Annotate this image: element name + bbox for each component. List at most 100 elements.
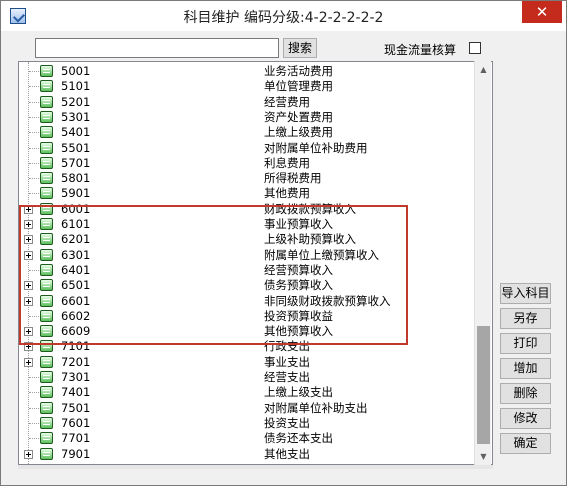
account-node-icon — [40, 447, 53, 460]
account-name: 所得税费用 — [264, 171, 322, 186]
plus-expander-icon[interactable] — [24, 204, 33, 214]
plus-expander-icon[interactable] — [24, 235, 33, 245]
close-button[interactable]: ✕ — [522, 1, 562, 23]
scroll-thumb[interactable] — [477, 326, 490, 444]
confirm-button[interactable]: 确定 — [500, 433, 551, 454]
tree-row[interactable]: 6501 债务预算收入 — [19, 278, 474, 293]
account-code: 7501 — [61, 400, 91, 415]
cash-flow-label: 现金流量核算 — [384, 43, 457, 57]
cash-flow-checkbox[interactable] — [469, 42, 481, 54]
tree-connector — [29, 193, 39, 195]
tree-row[interactable]: 5501 对附属单位补助费用 — [19, 141, 474, 156]
tree-row[interactable]: 5801 所得税费用 — [19, 171, 474, 186]
tree-row[interactable]: 7101 行政支出 — [19, 339, 474, 354]
tree-connector — [29, 162, 39, 164]
plus-expander-icon[interactable] — [24, 449, 33, 459]
account-code: 6401 — [61, 262, 91, 277]
vertical-scrollbar[interactable]: ▲ ▼ — [474, 61, 491, 465]
account-node-icon — [40, 95, 53, 108]
plus-expander-icon[interactable] — [24, 296, 33, 306]
tree-row[interactable]: 7901 其他支出 — [19, 447, 474, 462]
tree-row[interactable]: 6301 附属单位上缴预算收入 — [19, 248, 474, 263]
plus-expander-icon[interactable] — [24, 342, 33, 352]
tree-row[interactable]: 7601 投资支出 — [19, 416, 474, 431]
account-node-icon — [40, 263, 53, 276]
import-account-button[interactable]: 导入科目 — [500, 283, 551, 304]
tree-row[interactable]: 5301 资产处置费用 — [19, 110, 474, 125]
account-name: 对附属单位补助费用 — [264, 140, 368, 155]
account-name: 资产处置费用 — [264, 109, 333, 124]
tree-row[interactable]: 7301 经营支出 — [19, 370, 474, 385]
print-button[interactable]: 打印 — [500, 333, 551, 354]
account-name: 经营费用 — [264, 94, 310, 109]
plus-expander-icon[interactable] — [24, 357, 33, 367]
account-node-icon — [40, 110, 53, 123]
tree-row[interactable]: 6601 非同级财政拨款预算收入 — [19, 294, 474, 309]
account-node-icon — [40, 401, 53, 414]
tree-row[interactable]: 5401 上缴上级费用 — [19, 125, 474, 140]
plus-expander-icon[interactable] — [24, 327, 33, 337]
account-node-icon — [40, 432, 53, 445]
tree-row[interactable]: 6401 经营预算收入 — [19, 263, 474, 278]
tree-row[interactable]: 6201 上级补助预算收入 — [19, 232, 474, 247]
horizontal-scrollbar[interactable] — [18, 465, 493, 469]
account-name: 上级补助预算收入 — [264, 232, 356, 247]
tree-row[interactable]: 7701 债务还本支出 — [19, 431, 474, 446]
tree-connector — [29, 422, 39, 424]
tree-row[interactable]: 6602 投资预算收益 — [19, 309, 474, 324]
delete-button[interactable]: 删除 — [500, 383, 551, 404]
account-tree[interactable]: 5001 业务活动费用 5101 单位管理费用 5201 经营费用 5301 资产处置费用 54… — [18, 61, 493, 465]
account-node-icon — [40, 233, 53, 246]
account-node-icon — [40, 386, 53, 399]
account-name: 其他支出 — [264, 446, 310, 461]
account-code: 6501 — [61, 278, 91, 293]
account-code: 5901 — [61, 186, 91, 201]
account-code: 5001 — [61, 64, 91, 78]
tree-row[interactable]: 7201 事业支出 — [19, 355, 474, 370]
account-node-icon — [40, 279, 53, 292]
tree-row[interactable]: 6001 财政拨款预算收入 — [19, 202, 474, 217]
account-name: 财政拨款预算收入 — [264, 201, 356, 216]
tree-row[interactable]: 7401 上缴上级支出 — [19, 385, 474, 400]
edit-button[interactable]: 修改 — [500, 408, 551, 429]
tree-row[interactable]: 7501 对附属单位补助支出 — [19, 401, 474, 416]
account-name: 附属单位上缴预算收入 — [264, 247, 379, 262]
tree-row[interactable]: 5001 业务活动费用 — [19, 64, 474, 79]
account-node-icon — [40, 65, 53, 77]
account-node-icon — [40, 371, 53, 383]
tree-connector — [29, 178, 39, 180]
save-as-button[interactable]: 另存 — [500, 308, 551, 329]
account-node-icon — [40, 355, 53, 368]
plus-expander-icon[interactable] — [24, 220, 33, 229]
subject-maintenance-window: 科目维护 编码分级:4-2-2-2-2-2 ✕ 搜索 现金流量核算 5001 业务… — [0, 0, 567, 486]
account-code: 6602 — [61, 308, 91, 323]
account-code: 6101 — [61, 217, 91, 231]
account-code: 7301 — [61, 370, 91, 384]
tree-row[interactable]: 6101 事业预算收入 — [19, 217, 474, 232]
account-node-icon — [40, 187, 53, 200]
tree-row[interactable]: 5701 利息费用 — [19, 156, 474, 171]
tree-row[interactable]: 6609 其他预算收入 — [19, 324, 474, 339]
add-button[interactable]: 增加 — [500, 358, 551, 379]
plus-expander-icon[interactable] — [24, 250, 33, 260]
account-name: 其他预算收入 — [264, 324, 333, 339]
account-code: 6201 — [61, 232, 91, 247]
account-node-icon — [40, 202, 53, 215]
tree-row[interactable]: 5901 其他费用 — [19, 186, 474, 201]
tree-connector — [29, 132, 39, 134]
account-code: 6001 — [61, 201, 91, 216]
plus-expander-icon[interactable] — [24, 281, 33, 291]
account-node-icon — [40, 156, 53, 169]
tree-connector — [29, 392, 39, 394]
tree-row[interactable]: 5101 单位管理费用 — [19, 79, 474, 94]
search-button[interactable]: 搜索 — [283, 38, 317, 58]
account-name: 事业支出 — [264, 354, 310, 369]
account-name: 其他费用 — [264, 186, 310, 201]
search-input[interactable] — [35, 38, 279, 58]
window-title: 科目维护 编码分级:4-2-2-2-2-2 — [183, 10, 384, 26]
scroll-up-icon[interactable]: ▲ — [475, 61, 492, 78]
scroll-down-icon[interactable]: ▼ — [475, 448, 492, 465]
tree-row[interactable]: 5201 经营费用 — [19, 95, 474, 110]
title-bar[interactable]: 科目维护 编码分级:4-2-2-2-2-2 ✕ — [1, 1, 566, 31]
tree-connector — [29, 116, 39, 118]
